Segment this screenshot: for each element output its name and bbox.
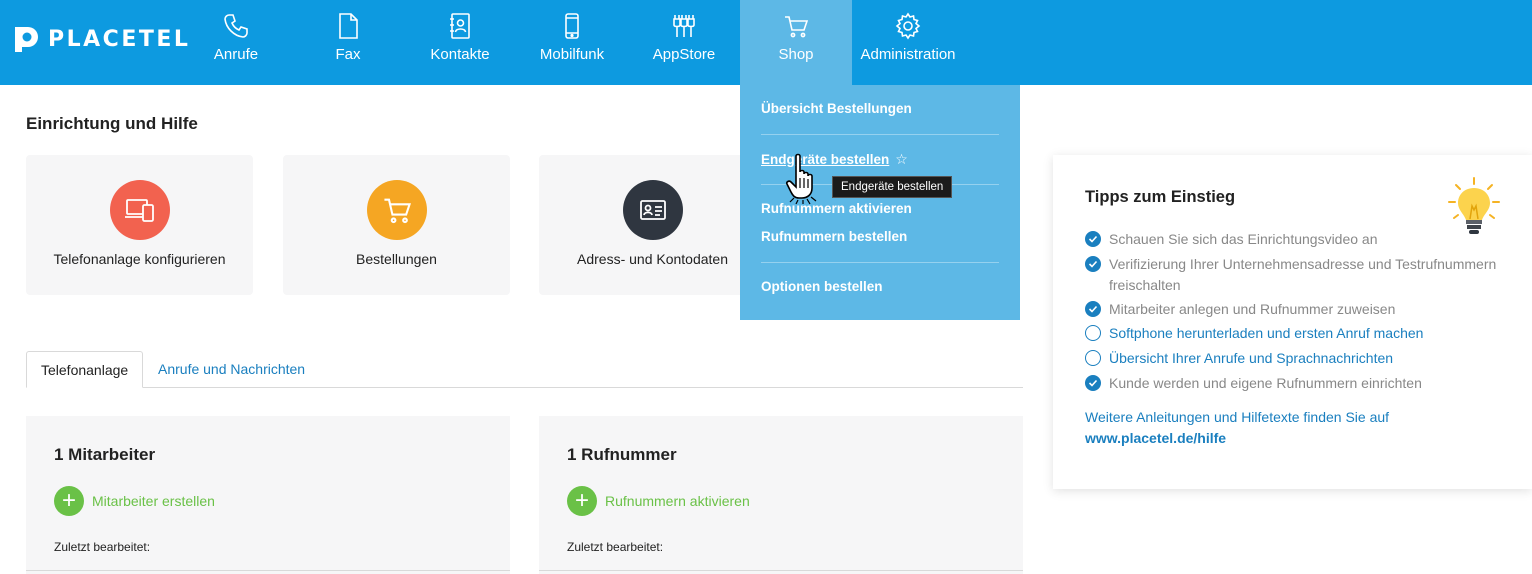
nav-label: Anrufe [213, 46, 259, 63]
nav-label: Kontakte [430, 46, 490, 63]
nav-appstore[interactable]: AppStore [638, 0, 730, 85]
empty-circle-icon [1085, 350, 1101, 366]
plus-icon: + [54, 486, 84, 516]
hand-pointer-cursor-icon [786, 153, 817, 205]
last-edited-label: Zuletzt bearbeitet: [54, 540, 151, 554]
placetel-logo[interactable]: PLACETEL [12, 24, 190, 54]
tip-text: Kunde werden und eigene Rufnummern einri… [1109, 375, 1422, 391]
top-navigation-bar: PLACETEL Anrufe Fax Kontakte Mobilfunk A… [0, 0, 1532, 85]
tip-text: Softphone herunterladen und ersten Anruf… [1109, 325, 1424, 341]
tip-text: Verifizierung Ihrer Unternehmensadresse … [1109, 256, 1497, 293]
nav-label: Fax [335, 46, 361, 63]
tips-card: Tipps zum Einstieg Schauen Sie sich das … [1053, 155, 1532, 489]
setup-section-title: Einrichtung und Hilfe [26, 114, 198, 133]
cart-icon [366, 180, 427, 240]
nav-label: AppStore [652, 46, 716, 63]
tip-item[interactable]: Übersicht Ihrer Anrufe und Sprachnachric… [1085, 348, 1514, 369]
check-icon [1085, 301, 1101, 317]
id-card-icon [622, 180, 683, 240]
nav-fax[interactable]: Fax [302, 0, 394, 85]
nav-mobilfunk[interactable]: Mobilfunk [526, 0, 618, 85]
phone-icon [224, 14, 248, 38]
tip-text: Mitarbeiter anlegen und Rufnummer zuweis… [1109, 301, 1396, 317]
tip-item[interactable]: Mitarbeiter anlegen und Rufnummer zuweis… [1085, 299, 1514, 320]
menu-item-rufnummern-aktivieren[interactable]: Rufnummern aktivieren [761, 201, 912, 216]
menu-divider [761, 262, 999, 263]
tips-title: Tipps zum Einstieg [1085, 188, 1236, 206]
tip-item[interactable]: Verifizierung Ihrer Unternehmensadresse … [1085, 254, 1514, 296]
star-icon[interactable]: ☆ [895, 151, 908, 168]
nav-administration[interactable]: Administration [852, 0, 964, 85]
help-more-text: Weitere Anleitungen und Hilfetexte finde… [1085, 407, 1505, 449]
help-more-label: Weitere Anleitungen und Hilfetexte finde… [1085, 409, 1390, 425]
tip-text: Übersicht Ihrer Anrufe und Sprachnachric… [1109, 350, 1394, 366]
mobile-icon [565, 13, 579, 39]
panel-mitarbeiter: 1 Mitarbeiter + Mitarbeiter erstellen Zu… [26, 416, 510, 574]
tip-text: Schauen Sie sich das Einrichtungsvideo a… [1109, 231, 1378, 247]
gear-icon [895, 12, 921, 40]
tab-telefonanlage[interactable]: Telefonanlage [26, 351, 144, 388]
card-telefonanlage[interactable]: Telefonanlage konfigurieren [26, 155, 253, 295]
add-employee-label: Mitarbeiter erstellen [92, 493, 215, 509]
help-link[interactable]: www.placetel.de/hilfe [1085, 430, 1226, 446]
activate-number-button[interactable]: + Rufnummern aktivieren [567, 486, 750, 516]
card-adressdaten[interactable]: Adress- und Kontodaten [539, 155, 766, 295]
nav-label: Mobilfunk [539, 46, 605, 63]
devices-icon [109, 180, 170, 240]
add-employee-button[interactable]: + Mitarbeiter erstellen [54, 486, 215, 516]
plus-icon: + [567, 486, 597, 516]
plug-icon [673, 15, 695, 37]
nav-label: Shop [778, 46, 814, 63]
panel-title: 1 Rufnummer [567, 445, 677, 464]
tab-anrufe-und-nachrichten[interactable]: Anrufe und Nachrichten [144, 351, 319, 388]
activate-number-label: Rufnummern aktivieren [605, 493, 750, 509]
tooltip: Endgeräte bestellen [832, 176, 953, 198]
nav-kontakte[interactable]: Kontakte [414, 0, 506, 85]
menu-item-optionen-bestellen[interactable]: Optionen bestellen [761, 279, 883, 294]
check-icon [1085, 256, 1101, 272]
check-icon [1085, 231, 1101, 247]
menu-item-endgeraete-bestellen[interactable]: Endgeräte bestellen ☆ [761, 151, 908, 168]
panel-rufnummer: 1 Rufnummer + Rufnummern aktivieren Zule… [539, 416, 1023, 574]
menu-item-uebersicht-bestellungen[interactable]: Übersicht Bestellungen [761, 101, 912, 116]
empty-circle-icon [1085, 325, 1101, 341]
divider [539, 570, 1023, 571]
brand-name: PLACETEL [48, 26, 191, 52]
tip-item[interactable]: Schauen Sie sich das Einrichtungsvideo a… [1085, 229, 1514, 250]
shop-dropdown-menu: Übersicht Bestellungen Endgeräte bestell… [740, 85, 1020, 320]
card-label: Bestellungen [356, 251, 437, 267]
last-edited-label: Zuletzt bearbeitet: [567, 540, 664, 554]
nav-anrufe[interactable]: Anrufe [190, 0, 282, 85]
contacts-icon [450, 13, 470, 39]
check-icon [1085, 375, 1101, 391]
panel-title: 1 Mitarbeiter [54, 445, 156, 464]
divider [26, 570, 510, 571]
tab-bar: Telefonanlage Anrufe und Nachrichten [26, 351, 1023, 388]
tip-item[interactable]: Softphone herunterladen und ersten Anruf… [1085, 323, 1514, 344]
card-bestellungen[interactable]: Bestellungen [283, 155, 510, 295]
tip-item[interactable]: Kunde werden und eigene Rufnummern einri… [1085, 373, 1514, 394]
cart-icon [785, 16, 809, 38]
nav-label: Administration [860, 46, 956, 63]
card-label: Adress- und Kontodaten [577, 251, 728, 267]
document-icon [339, 13, 358, 39]
menu-item-rufnummern-bestellen[interactable]: Rufnummern bestellen [761, 229, 907, 244]
logo-mark-icon [15, 27, 38, 52]
card-label: Telefonanlage konfigurieren [53, 251, 226, 267]
nav-shop[interactable]: Shop [740, 0, 852, 85]
menu-divider [761, 134, 999, 135]
